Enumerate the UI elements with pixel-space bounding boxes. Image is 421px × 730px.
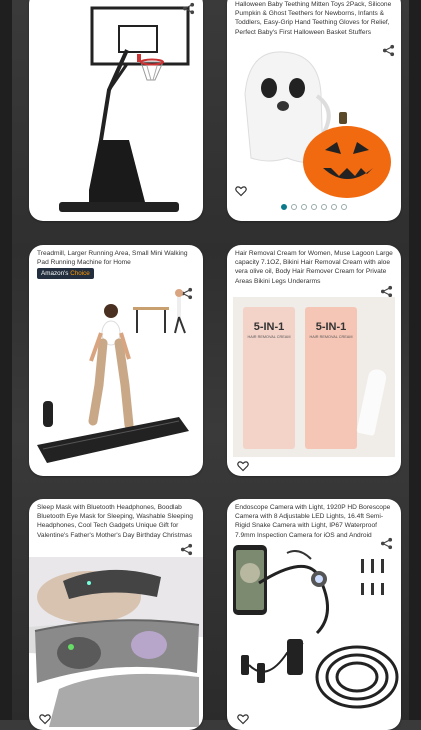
product-title[interactable]: Sleep Mask with Bluetooth Headphones, Bo…: [37, 503, 195, 547]
heart-icon[interactable]: [235, 185, 247, 197]
share-icon[interactable]: [182, 2, 195, 15]
cream-sub-label: HAIR REMOVAL CREAM: [247, 335, 291, 339]
carousel-dot[interactable]: [301, 204, 307, 210]
product-image-basketball-hoop: [59, 6, 190, 212]
product-title[interactable]: Treadmill, Larger Running Area, Small Mi…: [37, 249, 195, 267]
product-image-treadmill: [37, 289, 189, 463]
amazons-choice-badge: Amazon's Choice: [37, 268, 94, 279]
cream-tube-right: 5-IN-1 HAIR REMOVAL CREAM: [305, 307, 357, 449]
share-icon[interactable]: [180, 543, 193, 556]
product-title[interactable]: Hair Removal Cream for Women, Muse Lagoo…: [235, 249, 393, 291]
cream-brand-label: 5-IN-1: [253, 321, 285, 333]
cream-tube-left: 5-IN-1 HAIR REMOVAL CREAM: [243, 307, 295, 449]
screen-bezel-right: [409, 0, 421, 720]
product-image-hair-removal: 5-IN-1 HAIR REMOVAL CREAM 5-IN-1 HAIR RE…: [233, 297, 395, 457]
spatula: [356, 367, 388, 437]
product-card-basketball-hoop[interactable]: [29, 0, 203, 221]
heart-icon[interactable]: [39, 713, 51, 725]
product-image-endoscope: [233, 545, 399, 709]
product-image-sleep-mask: [29, 557, 203, 727]
carousel-dot[interactable]: [291, 204, 297, 210]
cream-sub-label: HAIR REMOVAL CREAM: [309, 335, 353, 339]
product-image-ghost-pumpkin: [244, 51, 391, 198]
product-card-halloween-teether[interactable]: Halloween Baby Teething Mitten Toys 2Pac…: [227, 0, 401, 221]
product-card-hair-removal[interactable]: Hair Removal Cream for Women, Muse Lagoo…: [227, 245, 401, 476]
product-card-endoscope[interactable]: Endoscope Camera with Light, 1920P HD Bo…: [227, 499, 401, 730]
carousel-dot[interactable]: [281, 204, 287, 210]
carousel-dots: [227, 197, 401, 215]
carousel-dot[interactable]: [331, 204, 337, 210]
heart-icon[interactable]: [237, 460, 249, 472]
heart-icon[interactable]: [237, 713, 249, 725]
carousel-dot[interactable]: [311, 204, 317, 210]
product-card-sleep-mask[interactable]: Sleep Mask with Bluetooth Headphones, Bo…: [29, 499, 203, 730]
product-title[interactable]: Halloween Baby Teething Mitten Toys 2Pac…: [235, 0, 393, 48]
carousel-dot[interactable]: [341, 204, 347, 210]
carousel-dot[interactable]: [321, 204, 327, 210]
cream-brand-label: 5-IN-1: [315, 321, 347, 333]
product-title[interactable]: Endoscope Camera with Light, 1920P HD Bo…: [235, 503, 393, 539]
screen-bezel-left: [0, 0, 12, 720]
product-card-treadmill[interactable]: Treadmill, Larger Running Area, Small Mi…: [29, 245, 203, 476]
